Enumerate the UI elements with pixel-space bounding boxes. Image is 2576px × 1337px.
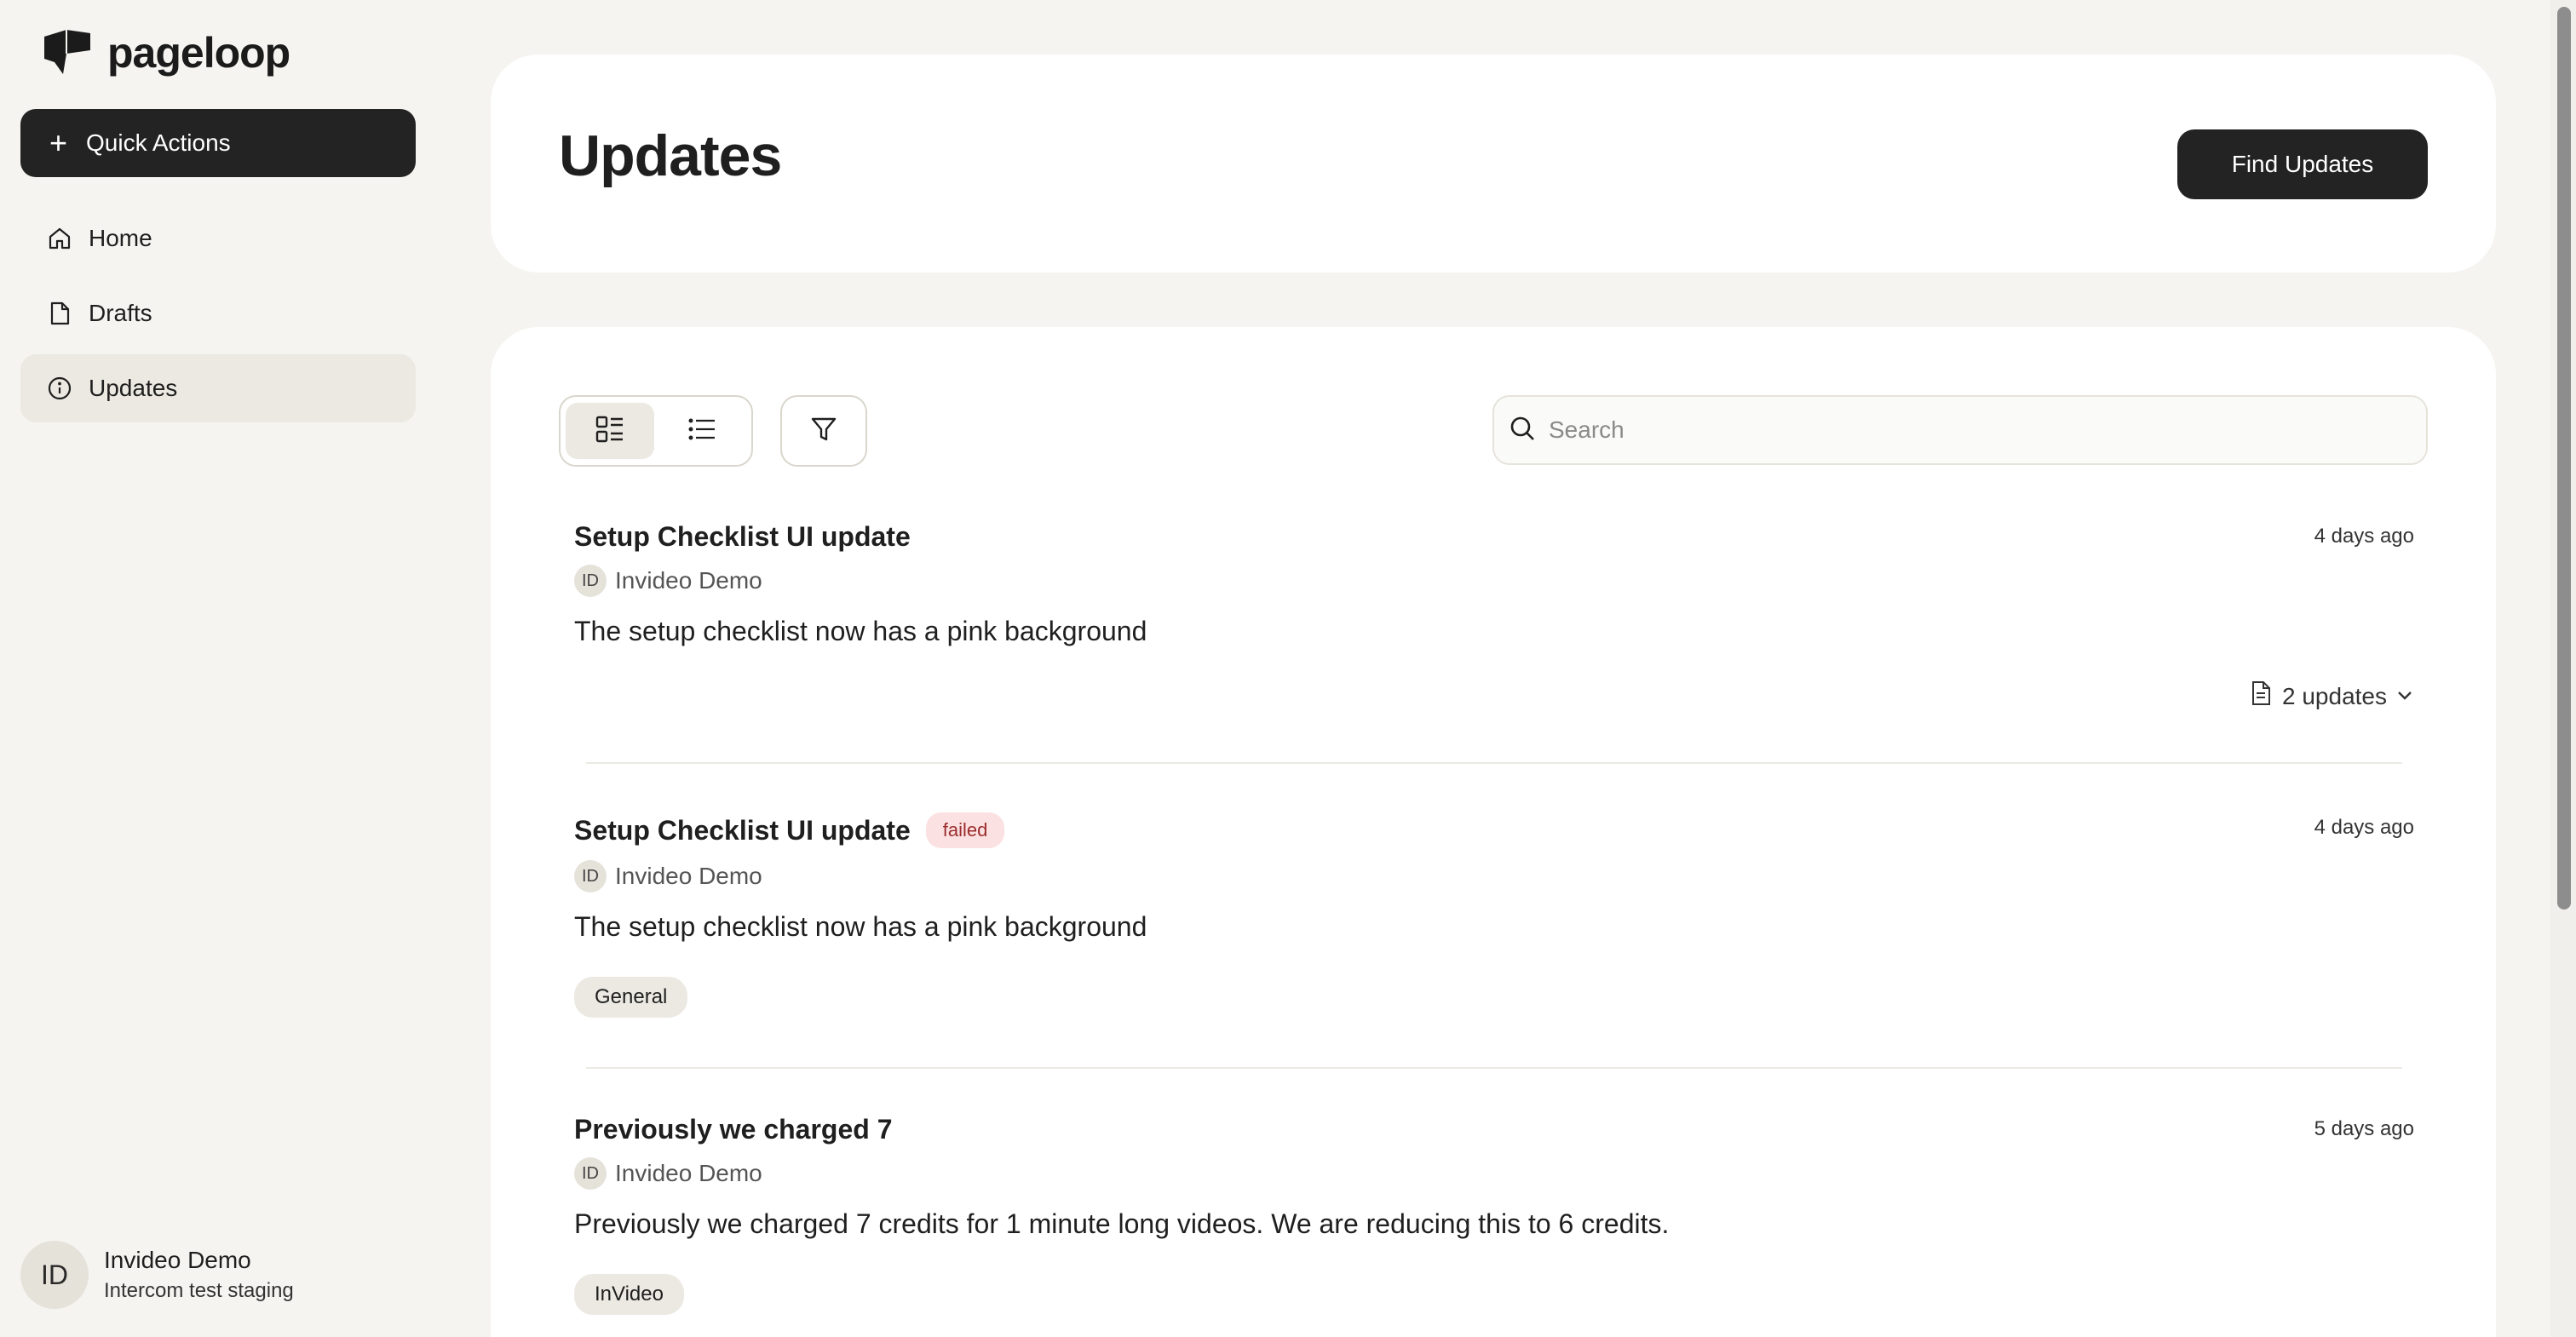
logo[interactable]: pageloop — [41, 26, 290, 80]
scrollbar-thumb[interactable] — [2557, 7, 2571, 910]
search-icon — [1508, 414, 1537, 447]
author-name: Invideo Demo — [615, 863, 762, 889]
sidebar-item-label: Home — [89, 225, 152, 251]
avatar: ID — [20, 1241, 89, 1309]
update-author: ID Invideo Demo — [574, 1157, 2414, 1190]
update-title[interactable]: Setup Checklist UI update — [574, 521, 911, 553]
author-name: Invideo Demo — [615, 1160, 762, 1186]
search-input[interactable] — [1549, 416, 2426, 444]
view-toggle — [559, 395, 753, 467]
sidebar-item-updates[interactable]: Updates — [20, 354, 416, 422]
chevron-down-icon — [2395, 683, 2414, 710]
sidebar-item-home[interactable]: Home — [20, 204, 416, 273]
update-item[interactable]: Setup Checklist UI update 4 days ago ID … — [574, 521, 2414, 709]
page-title: Updates — [559, 123, 782, 188]
divider — [586, 762, 2402, 764]
update-item[interactable]: Setup Checklist UI update failed 4 days … — [574, 812, 2414, 1018]
scrollbar[interactable] — [2550, 0, 2576, 1337]
update-item[interactable]: Previously we charged 7 5 days ago ID In… — [574, 1114, 2414, 1315]
logo-text: pageloop — [107, 29, 290, 77]
pageloop-logo-icon — [41, 25, 94, 82]
update-author: ID Invideo Demo — [574, 860, 2414, 892]
filter-button[interactable] — [780, 395, 867, 467]
update-timestamp: 4 days ago — [2314, 525, 2414, 548]
card-view-button[interactable] — [566, 403, 654, 459]
update-timestamp: 5 days ago — [2314, 1117, 2414, 1140]
list-view-button[interactable] — [658, 403, 746, 459]
quick-actions-label: Quick Actions — [86, 129, 231, 156]
user-name: Invideo Demo — [104, 1247, 251, 1273]
user-profile[interactable]: ID Invideo Demo Intercom test staging — [20, 1241, 294, 1309]
tag-badge[interactable]: General — [574, 977, 688, 1018]
sidebar-item-label: Updates — [89, 375, 178, 401]
author-name: Invideo Demo — [615, 567, 762, 594]
updates-list-card: Setup Checklist UI update 4 days ago ID … — [491, 327, 2496, 1337]
tag-badge[interactable]: InVideo — [574, 1274, 684, 1315]
plus-icon: + — [49, 125, 68, 160]
avatar: ID — [574, 860, 607, 892]
avatar: ID — [574, 1157, 607, 1190]
update-body: Previously we charged 7 credits for 1 mi… — [574, 1208, 1670, 1239]
sidebar: pageloop + Quick Actions Home Drafts Upd… — [0, 0, 443, 1337]
page-header: Updates Find Updates — [491, 55, 2496, 273]
divider — [586, 1067, 2402, 1069]
sidebar-item-drafts[interactable]: Drafts — [20, 279, 416, 347]
quick-actions-button[interactable]: + Quick Actions — [20, 109, 416, 177]
update-author: ID Invideo Demo — [574, 565, 2414, 597]
update-body: The setup checklist now has a pink backg… — [574, 911, 1147, 942]
update-timestamp: 4 days ago — [2314, 816, 2414, 839]
sidebar-item-label: Drafts — [89, 300, 152, 326]
home-icon — [46, 225, 73, 252]
file-icon — [46, 300, 73, 327]
workspace-name: Intercom test staging — [104, 1279, 294, 1302]
find-updates-button[interactable]: Find Updates — [2177, 129, 2428, 199]
update-body: The setup checklist now has a pink backg… — [574, 616, 1147, 646]
info-icon — [46, 375, 73, 402]
avatar: ID — [574, 565, 607, 597]
search-box — [1492, 395, 2428, 465]
update-title[interactable]: Setup Checklist UI update — [574, 815, 911, 846]
status-badge: failed — [925, 812, 1005, 848]
updates-count-label: 2 updates — [2282, 682, 2387, 709]
updates-count-toggle[interactable]: 2 updates — [2248, 680, 2414, 713]
filter-icon — [809, 415, 838, 448]
card-view-icon — [594, 413, 626, 450]
document-icon — [2248, 680, 2274, 713]
update-title[interactable]: Previously we charged 7 — [574, 1114, 893, 1145]
list-view-icon — [686, 413, 718, 450]
